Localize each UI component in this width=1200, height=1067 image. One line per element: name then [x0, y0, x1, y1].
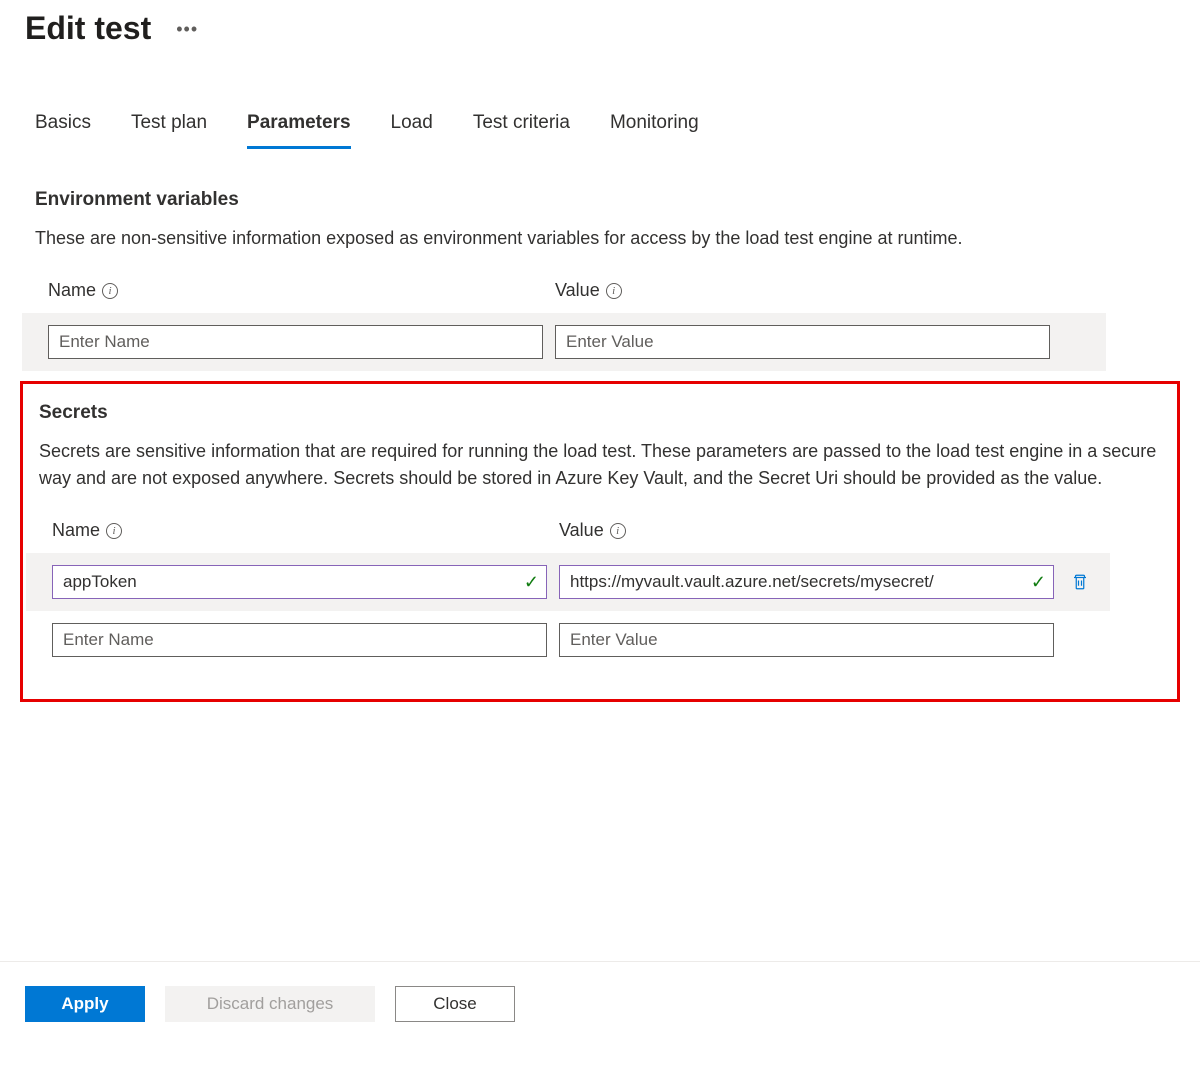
env-name-header: Name i: [35, 280, 530, 313]
secrets-name-label-text: Name: [52, 520, 100, 541]
tab-basics[interactable]: Basics: [35, 112, 91, 149]
tab-parameters[interactable]: Parameters: [247, 112, 351, 149]
footer-bar: Apply Discard changes Close: [0, 961, 1200, 1022]
tab-bar: Basics Test plan Parameters Load Test cr…: [0, 47, 1200, 149]
delete-secret-button[interactable]: [1066, 568, 1094, 596]
env-vars-desc: These are non-sensitive information expo…: [35, 225, 1165, 252]
env-name-input[interactable]: [48, 325, 543, 359]
secrets-highlight: Secrets Secrets are sensitive informatio…: [20, 381, 1180, 702]
info-icon[interactable]: i: [606, 283, 622, 299]
env-value-label-text: Value: [555, 280, 600, 301]
tab-load[interactable]: Load: [391, 112, 433, 149]
secret-name-input-0[interactable]: [52, 565, 547, 599]
more-icon[interactable]: •••: [176, 20, 198, 38]
env-vars-title: Environment variables: [35, 189, 1165, 211]
secrets-value-label-text: Value: [559, 520, 604, 541]
discard-changes-button[interactable]: Discard changes: [165, 986, 375, 1022]
tab-monitoring[interactable]: Monitoring: [610, 112, 699, 149]
env-value-header: Value i: [542, 280, 1037, 313]
info-icon[interactable]: i: [102, 283, 118, 299]
trash-icon: [1071, 572, 1089, 592]
info-icon[interactable]: i: [106, 523, 122, 539]
secret-value-input-0[interactable]: [559, 565, 1054, 599]
tab-test-criteria[interactable]: Test criteria: [473, 112, 570, 149]
secrets-name-header: Name i: [39, 520, 534, 553]
secret-value-input-1[interactable]: [559, 623, 1054, 657]
apply-button[interactable]: Apply: [25, 986, 145, 1022]
env-name-label-text: Name: [48, 280, 96, 301]
secrets-value-header: Value i: [546, 520, 1041, 553]
tab-test-plan[interactable]: Test plan: [131, 112, 207, 149]
info-icon[interactable]: i: [610, 523, 626, 539]
page-title: Edit test: [25, 10, 151, 47]
env-value-input[interactable]: [555, 325, 1050, 359]
secrets-desc: Secrets are sensitive information that a…: [39, 438, 1161, 492]
secrets-title: Secrets: [39, 402, 1161, 424]
secret-name-input-1[interactable]: [52, 623, 547, 657]
close-button[interactable]: Close: [395, 986, 515, 1022]
